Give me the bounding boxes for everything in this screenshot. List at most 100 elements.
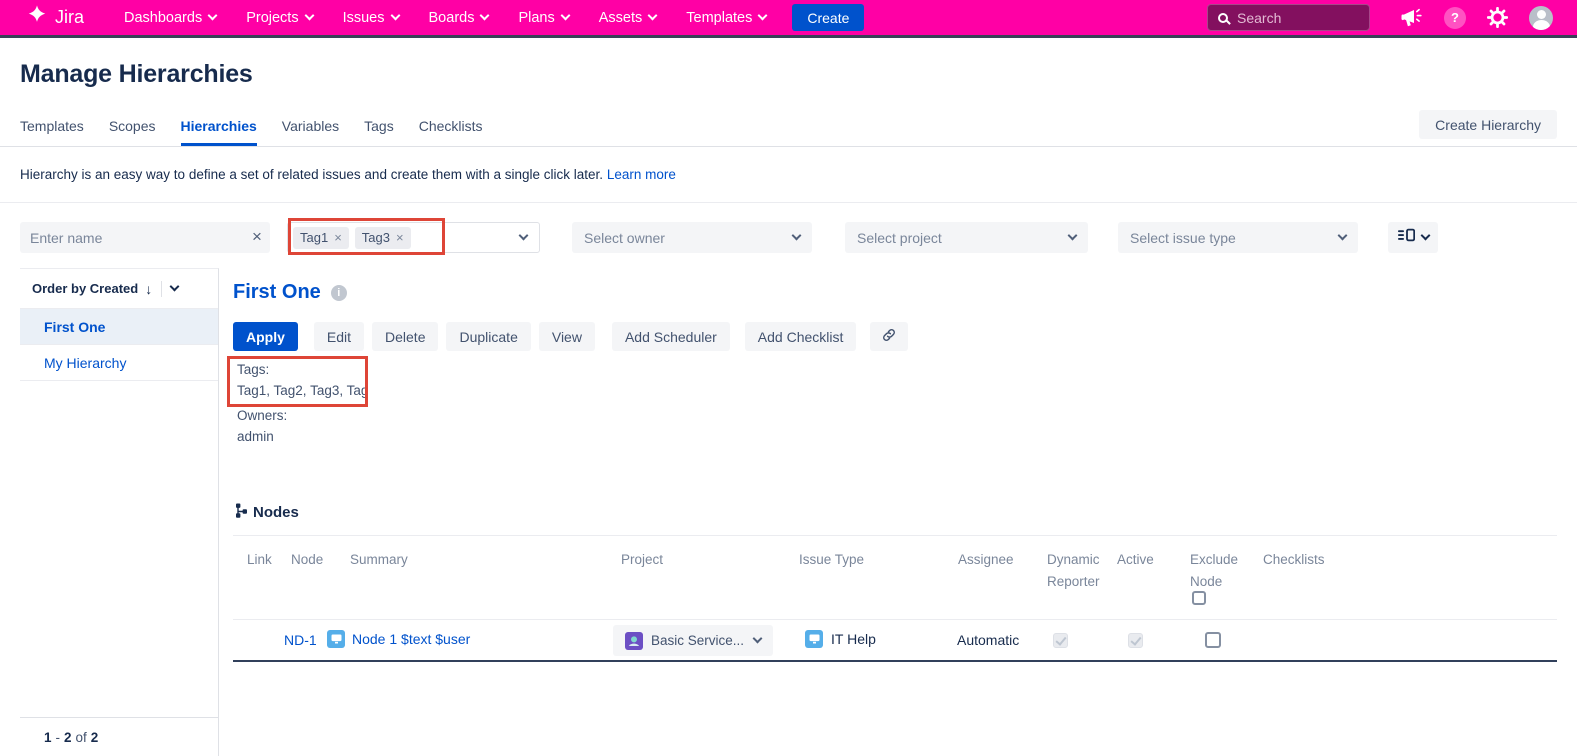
tab-bar: Templates Scopes Hierarchies Variables T…: [0, 109, 1577, 147]
tag-chip-label: Tag3: [362, 230, 390, 245]
nav-item-label: Dashboards: [124, 10, 202, 26]
col-exclude-node: Exclude Node: [1190, 549, 1252, 593]
tab-templates[interactable]: Templates: [20, 118, 84, 146]
link-icon: [881, 327, 897, 346]
nav-item-templates[interactable]: Templates: [686, 10, 766, 26]
col-issue-type: Issue Type: [799, 549, 864, 571]
tag-chip-label: Tag1: [300, 230, 328, 245]
owner-filter-select[interactable]: Select owner: [572, 222, 812, 253]
tags-value: Tag1, Tag2, Tag3, Tag: [237, 383, 368, 398]
row-issue-type-value: IT Help: [831, 631, 876, 647]
nav-item-boards[interactable]: Boards: [429, 10, 489, 26]
duplicate-button[interactable]: Duplicate: [446, 322, 530, 351]
apply-button[interactable]: Apply: [233, 322, 298, 351]
nav-item-label: Plans: [518, 10, 554, 26]
active-checkbox: [1128, 633, 1143, 648]
chevron-down-icon: [753, 634, 763, 644]
learn-more-link[interactable]: Learn more: [607, 167, 676, 182]
nodes-title: Nodes: [253, 504, 299, 521]
col-checklists: Checklists: [1263, 549, 1325, 571]
nav-item-plans[interactable]: Plans: [518, 10, 568, 26]
chevron-down-icon: [1068, 231, 1078, 241]
jira-logo[interactable]: Jira: [26, 4, 84, 31]
node-summary-link[interactable]: Node 1 $text $user: [352, 631, 470, 647]
col-link: Link: [247, 549, 272, 571]
nodes-section-header: Nodes: [235, 503, 299, 522]
node-summary-cell: Node 1 $text $user: [327, 630, 470, 648]
divider: [161, 281, 162, 297]
detail-title-row: First One i: [233, 281, 347, 304]
owners-label: Owners:: [237, 408, 287, 423]
row-project-select[interactable]: Basic Service...: [613, 625, 773, 656]
tab-scopes[interactable]: Scopes: [109, 118, 156, 146]
nav-item-assets[interactable]: Assets: [599, 10, 657, 26]
delete-button[interactable]: Delete: [372, 322, 438, 351]
tags-filter-select[interactable]: Tag1 × Tag3 ×: [287, 222, 540, 253]
table-row: ND-1 Node 1 $text $user Basic Service...…: [233, 619, 1557, 662]
issue-type-icon: [327, 630, 345, 648]
issue-type-placeholder: Select issue type: [1130, 230, 1236, 246]
nav-item-projects[interactable]: Projects: [246, 10, 312, 26]
col-project: Project: [621, 549, 663, 571]
search-input[interactable]: [1237, 10, 1347, 26]
chevron-down-icon: [304, 11, 314, 21]
info-icon[interactable]: i: [331, 285, 347, 301]
chevron-down-icon: [480, 11, 490, 21]
sidebar-item-first-one[interactable]: First One: [20, 309, 218, 345]
primary-nav: Dashboards Projects Issues Boards Plans …: [124, 10, 766, 26]
user-avatar[interactable]: [1529, 6, 1553, 30]
chevron-down-icon: [648, 11, 658, 21]
add-scheduler-button[interactable]: Add Scheduler: [612, 322, 730, 351]
action-buttons: Apply Edit Delete Duplicate View Add Sch…: [233, 322, 908, 351]
tab-hierarchies[interactable]: Hierarchies: [181, 118, 257, 146]
page-start: 1: [44, 730, 52, 745]
exclude-all-checkbox[interactable]: [1192, 591, 1206, 605]
name-filter-input[interactable]: [20, 222, 270, 253]
description-text: Hierarchy is an easy way to define a set…: [20, 167, 603, 182]
col-dynamic-reporter: Dynamic Reporter: [1047, 549, 1119, 593]
exclude-node-checkbox[interactable]: [1205, 632, 1221, 648]
node-key-link[interactable]: ND-1: [284, 632, 317, 648]
order-by-control[interactable]: Order by Created ↓: [20, 269, 218, 309]
dynamic-reporter-checkbox: [1053, 633, 1068, 648]
col-assignee: Assignee: [958, 549, 1014, 571]
project-filter-select[interactable]: Select project: [845, 222, 1088, 253]
nav-item-issues[interactable]: Issues: [343, 10, 399, 26]
nav-item-label: Boards: [429, 10, 475, 26]
chevron-down-icon: [519, 231, 529, 241]
nav-item-label: Assets: [599, 10, 643, 26]
tab-variables[interactable]: Variables: [282, 118, 339, 146]
sidebar-item-my-hierarchy[interactable]: My Hierarchy: [20, 345, 218, 381]
hierarchy-tree-icon: [235, 503, 248, 522]
nav-right: ?: [1207, 4, 1553, 31]
copy-link-button[interactable]: [870, 322, 908, 351]
issue-type-filter-select[interactable]: Select issue type: [1118, 222, 1358, 253]
chevron-down-icon: [208, 11, 218, 21]
create-hierarchy-button[interactable]: Create Hierarchy: [1419, 110, 1557, 139]
gear-icon[interactable]: [1487, 7, 1508, 28]
col-node: Node: [291, 549, 323, 571]
help-icon[interactable]: ?: [1444, 7, 1466, 29]
create-button[interactable]: Create: [792, 4, 864, 31]
tab-tags[interactable]: Tags: [364, 118, 394, 146]
announcement-icon[interactable]: [1401, 8, 1423, 27]
sort-desc-icon: ↓: [145, 281, 152, 297]
view-layout-toggle[interactable]: [1388, 222, 1438, 253]
nav-item-dashboards[interactable]: Dashboards: [124, 10, 216, 26]
global-search[interactable]: [1207, 4, 1370, 31]
issue-type-icon: [805, 630, 823, 648]
tags-label: Tags:: [237, 362, 269, 377]
add-checklist-button[interactable]: Add Checklist: [745, 322, 857, 351]
top-nav: Jira Dashboards Projects Issues Boards P…: [0, 0, 1577, 38]
page-of: of: [76, 730, 87, 745]
edit-button[interactable]: Edit: [314, 322, 364, 351]
tag-chip: Tag1 ×: [293, 227, 349, 249]
nav-item-label: Issues: [343, 10, 385, 26]
remove-tag-icon[interactable]: ×: [396, 230, 404, 245]
clear-name-icon[interactable]: ×: [252, 226, 262, 248]
view-button[interactable]: View: [539, 322, 595, 351]
remove-tag-icon[interactable]: ×: [334, 230, 342, 245]
tab-checklists[interactable]: Checklists: [419, 118, 483, 146]
owner-placeholder: Select owner: [584, 230, 665, 246]
page-title: Manage Hierarchies: [20, 60, 253, 89]
